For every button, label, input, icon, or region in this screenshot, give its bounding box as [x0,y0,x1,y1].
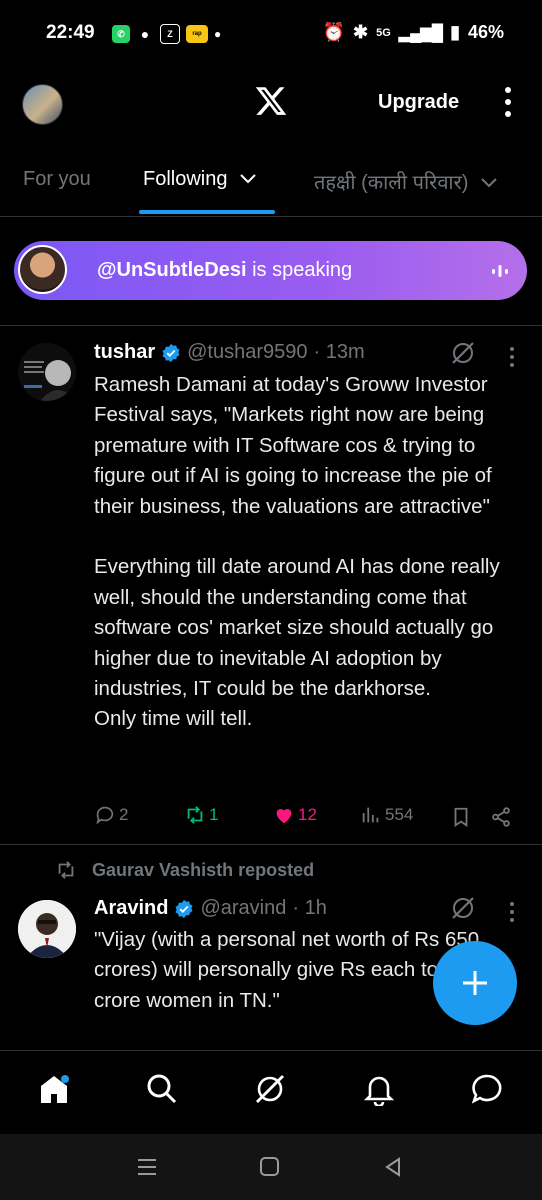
reply-button[interactable]: 2 [94,804,128,826]
reposted-by: Gaurav Vashisth reposted [92,859,315,880]
repost-context[interactable]: Gaurav Vashisth reposted [54,859,314,881]
bottom-navigation [0,1051,542,1133]
chevron-down-icon [240,174,256,184]
more-notifications-icon: ● [214,27,222,41]
share-icon[interactable] [490,806,512,828]
tweet-more-icon[interactable] [509,346,515,368]
compose-button[interactable] [433,941,517,1025]
grok-icon[interactable] [253,1072,287,1106]
tab-for-you[interactable]: For you [23,168,91,191]
signal-icon: ▂▄▆█ [398,24,443,42]
home-icon[interactable] [37,1072,71,1106]
views-button[interactable]: 554 [360,804,413,826]
space-status: @UnSubtleDesi is speaking [97,259,352,282]
author-avatar[interactable] [18,343,76,401]
status-right: ⏰ ✱ 5G ▂▄▆█ ▮ 46% [323,22,504,43]
home-nav-icon[interactable] [259,1156,281,1178]
repost-icon [187,806,203,824]
heart-icon [276,809,292,824]
like-count: 12 [298,805,317,824]
author-name[interactable]: Aravind [94,897,168,920]
status-bar: 22:49 ✆ ● Z rap ● ⏰ ✱ 5G ▂▄▆█ ▮ 46% [0,0,542,66]
tweet-header: tushar @tushar9590 · 13m [94,341,365,364]
upgrade-button[interactable]: Upgrade [378,91,459,114]
profile-avatar[interactable] [22,84,63,125]
reply-icon [96,806,114,825]
author-handle[interactable]: @tushar9590 [187,341,307,364]
active-tab-indicator [139,210,275,214]
notifications-bell-icon[interactable] [362,1072,396,1106]
tab-following[interactable]: Following [143,168,257,191]
tweet-text: Ramesh Damani at today's Groww Investor … [94,373,500,731]
space-status-text: is speaking [246,259,353,281]
more-options-icon[interactable] [501,86,515,118]
space-host: @UnSubtleDesi [97,259,247,281]
like-button[interactable]: 12 [273,804,317,826]
tab-list-label: तहक्षी (काली परिवार) [314,172,469,194]
repost-icon [58,861,74,879]
plus-icon [463,971,487,995]
timeline-tabs: For you Following तहक्षी (काली परिवार) [0,150,542,217]
chat-icon: ● [140,26,150,42]
author-avatar[interactable] [18,900,76,958]
tab-following-label: Following [143,168,228,190]
chevron-down-icon [481,178,497,188]
status-time: 22:49 [46,22,95,43]
z-icon: Z [160,24,180,44]
messages-icon[interactable] [470,1072,504,1106]
repost-count: 1 [209,805,219,824]
alarm-icon: ⏰ [322,22,345,42]
tweet[interactable]: tushar @tushar9590 · 13m Ramesh Damani a… [0,325,542,845]
battery-icon: ▮ [450,22,460,42]
verified-badge-icon [162,343,180,362]
x-logo-icon[interactable] [254,84,288,118]
tweet-text: "Vijay (with a personal net worth of Rs … [94,928,480,1012]
space-host-avatar [18,245,67,294]
system-navigation-bar [0,1134,542,1200]
views-count: 554 [385,805,414,824]
grok-icon[interactable] [450,340,476,366]
tweet-time: · 1h [292,897,327,919]
tweet-actions: 2 1 12 554 [0,804,542,830]
bluetooth-icon: ✱ [353,22,369,42]
tweet-more-icon[interactable] [509,901,515,923]
tab-list[interactable]: तहक्षी (काली परिवार) [314,168,498,195]
search-icon[interactable] [145,1072,179,1106]
verified-badge-icon [175,899,193,918]
audio-bars-icon [492,265,508,277]
author-name[interactable]: tushar [94,341,155,364]
author-handle[interactable]: @aravind [200,897,286,920]
bookmark-icon[interactable] [450,806,472,828]
back-icon[interactable] [382,1156,404,1178]
status-app-icons: ✆ ● Z rap ● [112,24,221,44]
grok-icon[interactable] [450,895,476,921]
tweet-header: Aravind @aravind · 1h [94,897,327,920]
rapido-icon: rap [186,25,208,43]
reply-count: 2 [119,805,129,824]
tweet-time: · 13m [313,341,365,363]
recent-apps-icon[interactable] [136,1156,158,1178]
network-label: 5G [376,26,391,39]
battery-percent: 46% [467,22,504,42]
live-space-banner[interactable]: @UnSubtleDesi is speaking [14,241,527,300]
repost-button[interactable]: 1 [184,804,218,826]
views-icon [362,807,379,823]
whatsapp-icon: ✆ [112,25,130,43]
